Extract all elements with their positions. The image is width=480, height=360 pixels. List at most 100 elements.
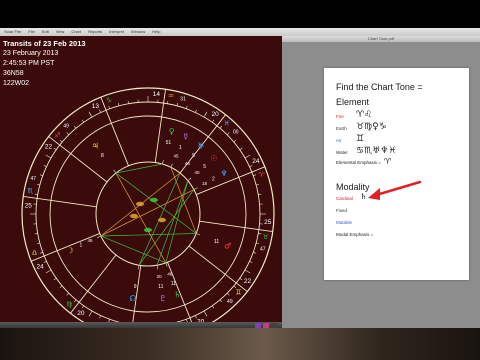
- aspect-marker: [130, 213, 138, 219]
- planet-minutes: 20: [157, 274, 163, 279]
- degree-tick: [167, 100, 169, 104]
- planet-minutes: 45: [174, 154, 180, 159]
- aspect-line: [138, 189, 195, 266]
- aspect-marker: [158, 217, 166, 223]
- cusp-sign-icon: ♊: [235, 289, 241, 297]
- menu-item[interactable]: Solar Fire: [4, 28, 21, 36]
- cusp-degree: 25: [264, 219, 272, 226]
- element-water-scribble: ♋♏♅♆♓: [356, 146, 397, 156]
- planet-icon: ♅: [197, 142, 204, 151]
- screen: Solar Fire File Edit View Chart Reports Interp…: [0, 0, 480, 360]
- planet-tick: [113, 169, 117, 174]
- chart-date: 23 February 2013: [3, 50, 59, 57]
- degree-tick: [81, 305, 85, 309]
- degree-tick: [88, 310, 93, 317]
- menu-item[interactable]: Window: [131, 28, 145, 36]
- degree-tick: [256, 242, 260, 245]
- degree-tick: [253, 174, 257, 176]
- cusp-degree: 24: [37, 263, 45, 270]
- degree-tick: [249, 261, 253, 263]
- house-cusp-line: [70, 254, 117, 314]
- document-page[interactable]: Find the Chart Tone = Element Fire ♈♌ Ea…: [324, 68, 469, 280]
- chart-title: Transits of 23 Feb 2013: [3, 39, 86, 48]
- degree-tick: [39, 174, 43, 176]
- menu-bar: Solar Fire File Edit View Chart Reports Interp…: [0, 28, 480, 36]
- planet-icon: ☽: [66, 246, 73, 255]
- degree-tick: [239, 147, 243, 151]
- menu-item[interactable]: Interpret: [109, 28, 124, 36]
- modality-cardinal-label: Cardinal: [336, 196, 353, 201]
- degree-tick: [249, 165, 253, 167]
- degree-tick: [211, 305, 215, 309]
- planet-minutes: 48: [185, 161, 191, 166]
- menu-item[interactable]: Help: [152, 28, 160, 36]
- element-water-label: Water: [336, 150, 348, 155]
- planet-tick: [162, 160, 164, 165]
- degree-tick: [99, 315, 101, 319]
- degree-tick: [176, 102, 179, 106]
- chart-window[interactable]: 14♒3120♓0024♈25♉4722♊4920♋14♌3520♍24♎25♏…: [0, 36, 282, 328]
- degree-tick: [226, 292, 230, 296]
- planet-tick: [137, 265, 140, 270]
- desktop-background: [0, 328, 480, 360]
- degree-tick: [45, 154, 52, 159]
- element-fire-label: Fire: [336, 114, 344, 119]
- planet-degree: 1: [179, 145, 182, 151]
- document-window-title[interactable]: Chart Tone.pdf: [282, 36, 480, 42]
- planet-minutes: 46: [167, 271, 173, 276]
- menu-item[interactable]: Chart: [71, 28, 81, 36]
- house-cusp-line: [154, 89, 166, 163]
- planet-tick: [170, 163, 173, 168]
- menu-item[interactable]: Reports: [88, 28, 102, 36]
- cusp-minutes: 47: [30, 176, 36, 182]
- degree-tick: [53, 277, 57, 281]
- degree-tick: [258, 193, 262, 195]
- element-air-label: Air: [336, 138, 342, 143]
- degree-tick: [117, 102, 120, 106]
- degree-tick: [34, 233, 38, 235]
- degree-tick: [88, 111, 93, 118]
- degree-tick: [66, 292, 70, 296]
- element-fire-scribble: ♈♌: [356, 110, 373, 120]
- cusp-sign-icon: ♐: [54, 131, 60, 139]
- degree-tick: [45, 269, 52, 274]
- degree-tick: [36, 242, 40, 245]
- planet-tick: [179, 169, 183, 174]
- planet-minutes: 40: [195, 170, 201, 175]
- heading-find-chart-tone: Find the Chart Tone =: [336, 82, 423, 92]
- degree-tick: [39, 252, 43, 254]
- cusp-degree: 20: [211, 111, 219, 118]
- degree-tick: [253, 252, 257, 254]
- element-earth-label: Earth: [336, 126, 347, 131]
- elemental-emphasis-label: Elemental Emphasis =: [336, 160, 381, 165]
- wheel-ring: [35, 101, 261, 327]
- cusp-degree: 25: [25, 202, 33, 209]
- planet-degree: 1: [80, 243, 83, 249]
- cusp-degree: 13: [92, 103, 100, 110]
- degree-tick: [219, 299, 223, 303]
- planet-degree: 8: [101, 153, 104, 159]
- menu-item[interactable]: Edit: [42, 28, 49, 36]
- document-viewer-area: Chart Tone.pdf Find the Chart Tone = Ele…: [282, 36, 480, 328]
- menu-item[interactable]: View: [56, 28, 65, 36]
- planet-icon: ♃: [91, 142, 98, 151]
- cusp-degree: 22: [244, 278, 252, 285]
- wheel-ring: [49, 115, 247, 313]
- chart-latitude: 36N58: [3, 70, 24, 77]
- planet-degree: 9: [134, 284, 137, 290]
- chart-header: Transits of 23 Feb 2013 23 February 2013…: [3, 39, 86, 89]
- degree-tick: [59, 285, 63, 289]
- cusp-sign-icon: ♈: [258, 171, 265, 179]
- elemental-emphasis-mark: ♈: [384, 157, 392, 166]
- planet-icon: ☉: [210, 154, 217, 163]
- cusp-minutes: 31: [180, 97, 186, 103]
- degree-tick: [73, 125, 77, 129]
- planet-degree: 11: [171, 281, 176, 287]
- planet-degree: 11: [214, 239, 219, 245]
- aspect-circle: [95, 161, 201, 267]
- planet-minutes: 18: [202, 181, 208, 186]
- cusp-minutes: 47: [260, 246, 266, 252]
- cusp-sign-icon: ♍: [66, 301, 73, 309]
- cusp-sign-icon: ♉: [263, 233, 269, 241]
- menu-item[interactable]: File: [28, 28, 34, 36]
